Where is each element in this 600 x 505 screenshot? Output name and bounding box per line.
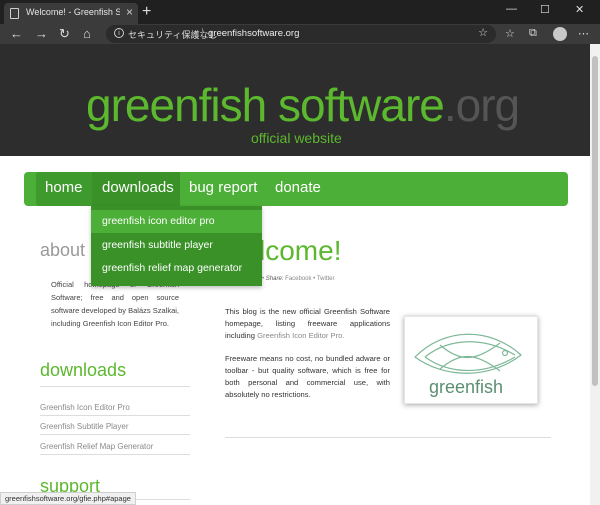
- scrollbar-thumb[interactable]: [592, 56, 598, 386]
- icon-editor-link[interactable]: Greenfish Icon Editor Pro.: [257, 331, 344, 340]
- nav-bug-report[interactable]: bug report: [189, 172, 257, 206]
- site-logo[interactable]: greenfish software.org: [86, 79, 520, 131]
- maximize-icon[interactable]: ☐: [540, 3, 550, 16]
- nav-donate[interactable]: donate: [275, 172, 321, 206]
- share-label: Share:: [265, 276, 284, 282]
- site-subtitle: official website: [251, 130, 342, 146]
- downloads-dropdown: greenfish icon editor pro greenfish subt…: [91, 206, 262, 286]
- favorite-star-icon[interactable]: ☆: [478, 26, 488, 39]
- share-twitter-link[interactable]: Twitter: [317, 276, 335, 282]
- downloads-heading: downloads: [40, 360, 127, 380]
- sidebar-link-relief-map[interactable]: Greenfish Relief Map Generator: [40, 442, 153, 451]
- info-icon[interactable]: i: [114, 28, 124, 38]
- dropdown-item-relief-map[interactable]: greenfish relief map generator: [91, 257, 262, 280]
- address-bar[interactable]: i セキュリティ保護なし greenfishsoftware.org ☆: [106, 25, 496, 43]
- home-icon[interactable]: ⌂: [83, 26, 91, 42]
- main-nav: home downloads bug report donate: [24, 172, 568, 206]
- about-heading: about: [40, 240, 86, 260]
- browser-tab-strip: Welcome! - Greenfish Software C × + — ☐ …: [0, 0, 600, 24]
- more-menu-icon[interactable]: ⋯: [578, 27, 589, 40]
- minimize-icon[interactable]: —: [506, 3, 517, 15]
- logo-suffix-text: .org: [443, 79, 520, 131]
- security-label[interactable]: セキュリティ保護なし: [128, 28, 217, 41]
- post-title: lcome!: [259, 235, 342, 266]
- share-facebook-link[interactable]: Facebook: [285, 276, 311, 282]
- back-icon[interactable]: ←: [10, 26, 23, 42]
- dropdown-item-icon-editor[interactable]: greenfish icon editor pro: [91, 210, 262, 233]
- greenfish-wordmark: greenfish: [429, 377, 504, 397]
- browser-tab[interactable]: Welcome! - Greenfish Software C ×: [4, 3, 138, 24]
- freeware-paragraph: Freeware means no cost, no bundled adwar…: [225, 354, 390, 399]
- sidebar-divider: [40, 434, 190, 435]
- sidebar-divider: [40, 415, 190, 416]
- sidebar-link-icon-editor[interactable]: Greenfish Icon Editor Pro: [40, 403, 130, 412]
- url-text[interactable]: greenfishsoftware.org: [208, 28, 299, 39]
- favorites-icon[interactable]: ☆: [505, 27, 515, 40]
- tab-close-icon[interactable]: ×: [126, 5, 133, 19]
- web-page: greenfish software.org official website …: [0, 44, 590, 505]
- collections-icon[interactable]: ⧉: [529, 27, 537, 40]
- site-header: greenfish software.org official website: [0, 44, 590, 156]
- sidebar-link-subtitle-player[interactable]: Greenfish Subtitle Player: [40, 422, 129, 431]
- browser-toolbar: ← → ↻ ⌂ i セキュリティ保護なし greenfishsoftware.o…: [0, 24, 600, 44]
- profile-avatar[interactable]: [553, 27, 567, 41]
- refresh-icon[interactable]: ↻: [59, 26, 70, 42]
- page-icon: [10, 8, 19, 19]
- intro-paragraph: This blog is the new official Greenfish …: [225, 306, 390, 342]
- logo-main-text: greenfish software: [86, 79, 445, 131]
- forward-icon[interactable]: →: [35, 26, 48, 42]
- post-divider: [225, 437, 551, 438]
- sidebar-divider: [40, 386, 190, 387]
- tab-title: Welcome! - Greenfish Software C: [26, 7, 120, 17]
- dropdown-item-subtitle-player[interactable]: greenfish subtitle player: [91, 234, 262, 257]
- new-tab-button[interactable]: +: [142, 3, 151, 21]
- window-close-icon[interactable]: ✕: [575, 3, 584, 16]
- share-bar: • Share: Facebook • Twitter: [262, 276, 335, 282]
- nav-downloads[interactable]: downloads: [92, 172, 180, 206]
- scrollbar[interactable]: [590, 44, 600, 505]
- greenfish-logo-image: greenfish: [404, 316, 538, 404]
- status-bar-url: greenfishsoftware.org/gfie.php#apage: [0, 492, 136, 505]
- nav-home[interactable]: home: [36, 172, 94, 206]
- sidebar-divider: [40, 454, 190, 455]
- address-divider: [202, 28, 203, 39]
